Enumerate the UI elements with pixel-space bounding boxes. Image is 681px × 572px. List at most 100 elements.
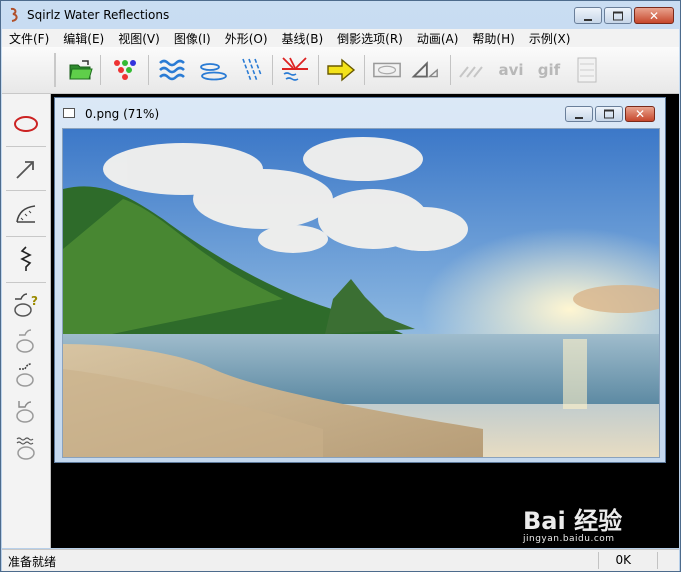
close-button[interactable]: ✕ [634, 7, 674, 24]
status-value: 0K [615, 553, 631, 567]
folder-open-icon [69, 60, 93, 80]
menu-reflection-options[interactable]: 倒影选项(R) [330, 30, 410, 47]
export-gif-button[interactable]: gif [532, 56, 566, 84]
baidu-watermark: Bai 经验 jingyan.baidu.com [523, 501, 622, 544]
menu-help[interactable]: 帮助(H) [465, 30, 521, 47]
svg-text:?: ? [31, 294, 38, 308]
toolbar-separator [6, 190, 46, 191]
toolbar-separator [364, 55, 365, 85]
main-window: Sqirlz Water Reflections ✕ 文件(F) 编辑(E) 视… [0, 0, 681, 572]
arrow-tool-button[interactable] [11, 154, 41, 184]
ripple-circle-icon [16, 329, 34, 353]
menu-file[interactable]: 文件(F) [2, 30, 56, 47]
menu-outline[interactable]: 外形(O) [218, 30, 275, 47]
gif-label: gif [537, 61, 561, 79]
document-close-button[interactable]: ✕ [625, 106, 655, 122]
curve-tool-button[interactable] [11, 198, 41, 228]
maximize-button[interactable] [604, 7, 632, 24]
menu-examples[interactable]: 示例(X) [522, 30, 578, 47]
ripple-waves-icon [16, 437, 35, 460]
zigzag-icon [20, 246, 32, 271]
color-dots-icon [114, 60, 136, 80]
ellipse-icon [14, 116, 38, 132]
ripple-drop-icon [16, 401, 34, 423]
menu-edit[interactable]: 编辑(E) [56, 30, 111, 47]
water-waves-button[interactable] [158, 56, 188, 84]
close-icon: ✕ [634, 107, 646, 121]
toolbar-separator [6, 282, 46, 283]
menu-animation[interactable]: 动画(A) [410, 30, 466, 47]
menu-baseline[interactable]: 基线(B) [275, 30, 331, 47]
status-divider [598, 552, 599, 569]
toolbar-separator [6, 236, 46, 237]
status-divider [657, 552, 658, 569]
window-controls: ✕ [574, 7, 674, 24]
waves-icon [159, 59, 185, 81]
perspective-triangle-icon [411, 61, 438, 78]
ripple-dashed-icon [16, 363, 34, 387]
curve-ruler-icon [16, 205, 36, 223]
beach-landscape-image [63, 129, 659, 457]
minimize-icon [584, 18, 592, 21]
status-bar: 准备就绪 0K [2, 549, 679, 571]
frames-button[interactable] [572, 56, 602, 84]
minimize-icon [575, 117, 583, 119]
ripple-tool-5-button[interactable] [11, 432, 41, 462]
brush-strokes-icon [459, 66, 483, 78]
toolbar-separator [272, 55, 273, 85]
ripple-tool-2-button[interactable] [11, 326, 41, 356]
watermark-brand: Bai 经验 [523, 507, 623, 535]
rain-streaks-icon [242, 58, 262, 82]
toolbar-grip [54, 53, 56, 87]
menu-view[interactable]: 视图(V) [111, 30, 167, 47]
toolbar-separator [6, 146, 46, 147]
arrow-right-icon [327, 58, 356, 82]
ripples-icon [200, 63, 227, 81]
close-icon: ✕ [648, 8, 660, 23]
maximize-icon [613, 11, 623, 20]
status-text: 准备就绪 [8, 555, 57, 569]
open-file-button[interactable] [66, 56, 96, 84]
color-dots-button[interactable] [110, 56, 140, 84]
minimize-button[interactable] [574, 7, 602, 24]
ripple-tool-3-button[interactable] [11, 360, 41, 390]
ripple-question-icon: ? [14, 293, 38, 317]
left-toolbar: ? [2, 94, 51, 548]
export-avi-button[interactable]: avi [494, 56, 528, 84]
document-restore-button[interactable] [595, 106, 623, 122]
toolbar-separator [148, 55, 149, 85]
perspective-button[interactable] [410, 56, 440, 84]
squirrel-app-icon [10, 7, 18, 22]
film-frames-icon [577, 57, 597, 83]
toolbar: avi gif [2, 47, 679, 94]
diagonal-arrow-icon [16, 161, 34, 179]
document-window-controls: ✕ [565, 106, 655, 122]
reflection-baseline-button[interactable] [280, 56, 310, 84]
title-bar: Sqirlz Water Reflections ✕ [1, 1, 681, 29]
rain-button[interactable] [236, 56, 266, 84]
ripples-button[interactable] [198, 56, 228, 84]
menu-bar: 文件(F) 编辑(E) 视图(V) 图像(I) 外形(O) 基线(B) 倒影选项… [2, 29, 679, 47]
zigzag-tool-button[interactable] [11, 244, 41, 274]
toolbar-separator [318, 55, 319, 85]
image-document-icon [63, 108, 75, 118]
ripple-help-button[interactable]: ? [11, 290, 41, 320]
image-canvas[interactable] [62, 128, 660, 458]
ripple-tool-4-button[interactable] [11, 396, 41, 426]
ellipse-tool-button[interactable] [11, 109, 41, 139]
reflection-baseline-icon [282, 57, 308, 81]
document-title: 0.png (71%) [85, 107, 160, 121]
image-frame-button[interactable] [372, 56, 402, 84]
next-arrow-button[interactable] [326, 56, 356, 84]
window-title: Sqirlz Water Reflections [27, 8, 170, 22]
watermark-url: jingyan.baidu.com [523, 534, 615, 544]
brush-button[interactable] [458, 56, 488, 84]
image-frame-icon [373, 62, 401, 78]
document-minimize-button[interactable] [565, 106, 593, 122]
restore-icon [604, 109, 614, 119]
document-window[interactable]: 0.png (71%) ✕ [54, 97, 666, 463]
menu-image[interactable]: 图像(I) [167, 30, 218, 47]
toolbar-separator [450, 55, 451, 85]
avi-label: avi [498, 61, 524, 79]
toolbar-separator [100, 55, 101, 85]
